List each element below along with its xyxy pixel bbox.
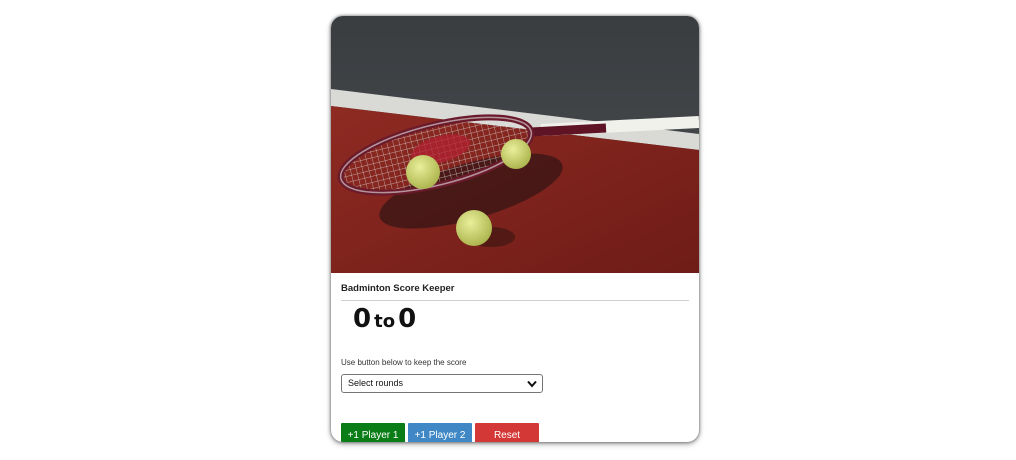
score-separator: to bbox=[374, 311, 396, 332]
player2-score: 0 bbox=[398, 304, 417, 334]
player2-add-button[interactable]: +1 Player 2 bbox=[408, 423, 472, 442]
chevron-down-icon bbox=[527, 380, 537, 388]
app-title: Badminton Score Keeper bbox=[341, 283, 455, 294]
score-display: 0 to 0 bbox=[353, 304, 416, 334]
player1-score: 0 bbox=[353, 304, 372, 334]
instruction-text: Use button below to keep the score bbox=[341, 358, 467, 367]
player1-add-button[interactable]: +1 Player 1 bbox=[341, 423, 405, 442]
score-keeper-card: Badminton Score Keeper 0 to 0 Use button b… bbox=[331, 16, 699, 442]
rounds-select[interactable]: Select rounds bbox=[341, 374, 543, 393]
divider bbox=[341, 300, 689, 301]
reset-button[interactable]: Reset bbox=[475, 423, 539, 442]
rounds-select-value: Select rounds bbox=[348, 378, 404, 388]
hero-image bbox=[331, 16, 699, 273]
